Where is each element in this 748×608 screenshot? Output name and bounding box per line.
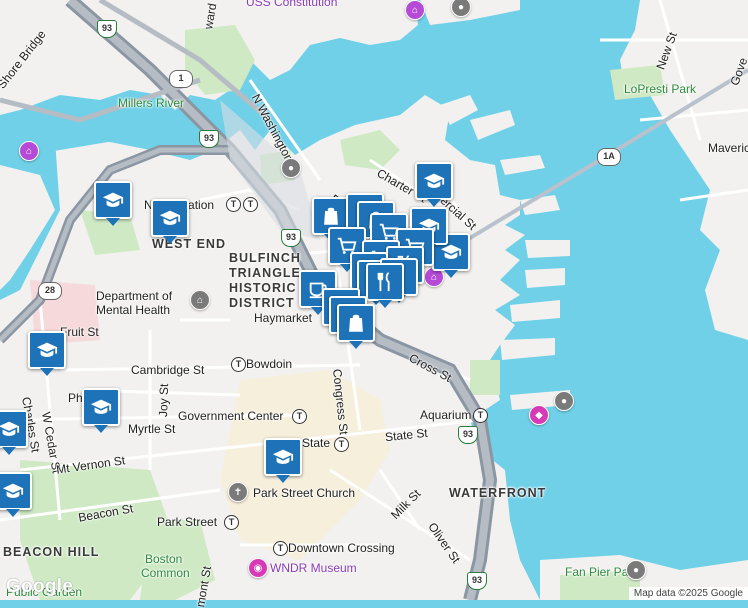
- label-joy-st: Joy St: [156, 383, 172, 418]
- route-28-shield: 28: [38, 282, 62, 300]
- google-logo: Google: [6, 576, 74, 597]
- label-ph: Ph: [68, 391, 83, 405]
- school-marker-5[interactable]: [28, 331, 66, 369]
- park-street-transit-icon[interactable]: T: [224, 515, 239, 530]
- ferry-icon-2[interactable]: ●: [626, 560, 646, 580]
- school-marker-7[interactable]: [0, 410, 28, 448]
- label-wndr-museum: WNDR Museum: [270, 561, 357, 575]
- interstate-93-shield-2: 93: [199, 130, 219, 148]
- label-park-street-church: Park Street Church: [253, 486, 356, 500]
- interstate-93-shield-4: 93: [458, 426, 478, 444]
- interstate-93-shield-5: 93: [467, 572, 487, 590]
- museum-icon-uss-constitution[interactable]: ⌂: [405, 0, 425, 20]
- graduation-cap-icon: [36, 342, 58, 357]
- label-boston-common-2: Common: [141, 566, 190, 580]
- graduation-cap-icon: [272, 449, 294, 464]
- museum-icon-cambridge[interactable]: ⌂: [19, 141, 39, 161]
- label-maveric: Maveric: [708, 141, 748, 155]
- school-marker-2[interactable]: [151, 199, 189, 237]
- interstate-93-shield: 93: [97, 20, 117, 38]
- label-bowdoin: Bowdoin: [246, 357, 293, 371]
- school-marker-3[interactable]: [415, 162, 453, 200]
- label-aquarium: Aquarium: [420, 408, 472, 422]
- shopping-marker-4[interactable]: [337, 304, 375, 342]
- label-beacon-hill: BEACON HILL: [3, 545, 100, 559]
- label-triangle: TRIANGLE: [229, 266, 301, 280]
- shopping-bag-icon: [349, 314, 363, 332]
- label-bulfinch: BULFINCH: [229, 251, 301, 265]
- church-icon[interactable]: ✝: [228, 482, 248, 502]
- us-1-shield: 1: [169, 70, 193, 88]
- label-waterfront: WATERFRONT: [449, 486, 547, 500]
- label-boston-common-1: Boston: [145, 552, 183, 566]
- route-1a-shield: 1A: [597, 148, 621, 166]
- museum-icon-wndr[interactable]: ◉: [248, 558, 268, 578]
- aquarium-transit-icon[interactable]: T: [473, 408, 488, 423]
- school-marker-9[interactable]: [264, 438, 302, 476]
- government-center-transit-icon[interactable]: T: [292, 409, 307, 424]
- ferry-icon[interactable]: ●: [554, 391, 574, 411]
- food-marker-4[interactable]: [366, 263, 404, 301]
- north-station-transit-icon[interactable]: T: [226, 197, 241, 212]
- bowdoin-transit-icon[interactable]: T: [231, 357, 246, 372]
- graduation-cap-icon: [0, 421, 20, 436]
- map-attribution[interactable]: Map data ©2025 Google: [628, 587, 748, 600]
- label-uss-constitution: USS Constitution: [246, 0, 338, 9]
- graduation-cap-icon: [102, 192, 124, 207]
- graduation-cap-icon: [423, 173, 445, 188]
- label-district: DISTRICT: [229, 296, 295, 310]
- state-transit-icon[interactable]: T: [334, 437, 349, 452]
- graduation-cap-icon: [2, 483, 24, 498]
- label-haymarket: Haymarket: [254, 311, 313, 325]
- label-millers-river: Millers River: [118, 96, 184, 110]
- graduation-cap-icon: [159, 210, 181, 225]
- government-icon-mental-health[interactable]: ⌂: [190, 290, 210, 310]
- shopping-bag-icon: [324, 207, 338, 225]
- graduation-cap-icon: [90, 399, 112, 414]
- label-dept-mental-health-2: Mental Health: [96, 303, 171, 317]
- school-marker-1[interactable]: [94, 181, 132, 219]
- label-park-street: Park Street: [157, 515, 218, 529]
- aquarium-icon[interactable]: ◆: [529, 405, 549, 425]
- downtown-crossing-transit-icon[interactable]: T: [273, 541, 288, 556]
- school-marker-6[interactable]: [82, 388, 120, 426]
- label-dept-mental-health-1: Department of: [96, 289, 173, 303]
- label-government-center: Government Center: [178, 409, 284, 423]
- label-myrtle-st: Myrtle St: [128, 422, 176, 436]
- fork-knife-icon: [377, 272, 390, 292]
- transit-icon-n-washington[interactable]: ●: [281, 158, 301, 178]
- school-marker-8[interactable]: [0, 472, 32, 510]
- label-historic: HISTORIC: [229, 281, 297, 295]
- label-cambridge-st: Cambridge St: [131, 363, 205, 377]
- label-lopresti-park: LoPresti Park: [624, 82, 697, 96]
- north-station-transit-icon-2[interactable]: T: [243, 197, 258, 212]
- interstate-93-shield-3: 93: [281, 229, 301, 247]
- label-state: State: [302, 436, 331, 450]
- label-downtown-crossing: Downtown Crossing: [288, 541, 395, 555]
